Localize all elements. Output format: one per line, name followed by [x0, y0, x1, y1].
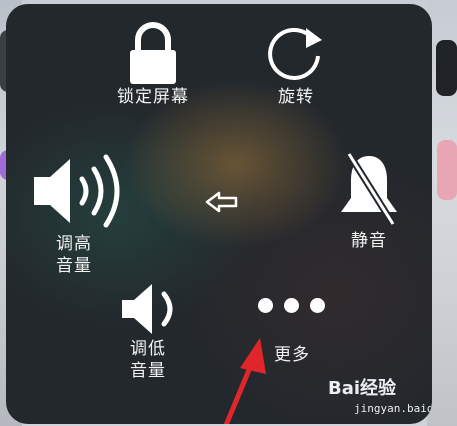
- rotate-icon: [268, 27, 322, 80]
- volume-up-button[interactable]: 调高 音量: [26, 149, 136, 277]
- lock-screen-label: 锁定屏幕: [117, 87, 189, 107]
- mute-button[interactable]: 静音: [324, 150, 414, 252]
- watermark-url: jingyan.baidu.com: [354, 402, 432, 415]
- back-button[interactable]: [202, 190, 242, 214]
- background-app-icon: [436, 40, 457, 96]
- dot: [258, 298, 273, 313]
- bell-mute-icon: [341, 152, 397, 226]
- back-arrow-icon: [205, 191, 238, 213]
- volume-down-icon: [122, 284, 173, 334]
- background-app-icon: [437, 140, 457, 200]
- dot: [310, 298, 325, 313]
- volume-up-label-1: 调高: [56, 234, 92, 254]
- volume-up-label-2: 音量: [56, 256, 92, 276]
- mute-label: 静音: [351, 231, 387, 251]
- rotate-label: 旋转: [278, 87, 314, 107]
- volume-up-icon: [34, 154, 120, 228]
- lock-icon: [130, 22, 176, 84]
- more-dots-icon: [242, 294, 342, 324]
- volume-down-label-1: 调低: [130, 339, 166, 359]
- red-pointer-arrow: [223, 338, 266, 424]
- volume-down-button[interactable]: 调低 音量: [98, 280, 198, 382]
- volume-down-label-2: 音量: [130, 361, 166, 381]
- baidu-jingyan-logo: Bai经验: [328, 378, 397, 399]
- rotate-button[interactable]: 旋转: [246, 22, 346, 108]
- lock-screen-button[interactable]: 锁定屏幕: [98, 22, 208, 108]
- assistive-touch-menu: 锁定屏幕 旋转 调高 音量 静音 调低 音量 更多 Bai经验 jingyan.…: [6, 4, 432, 424]
- dot: [284, 298, 299, 313]
